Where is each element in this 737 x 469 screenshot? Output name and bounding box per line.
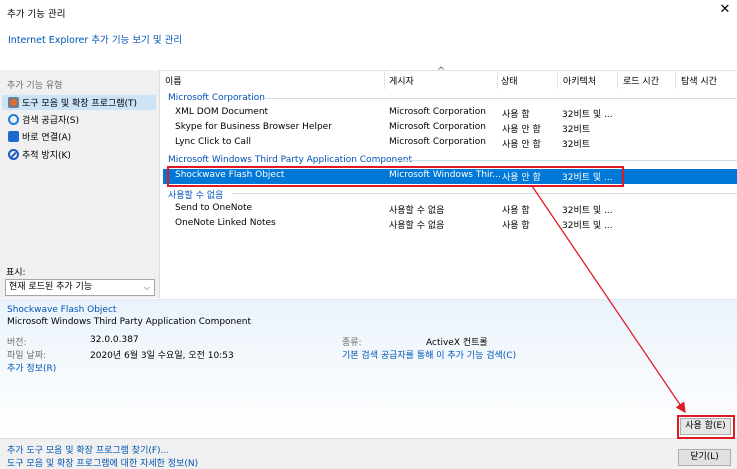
annotation-arrow <box>531 185 686 414</box>
